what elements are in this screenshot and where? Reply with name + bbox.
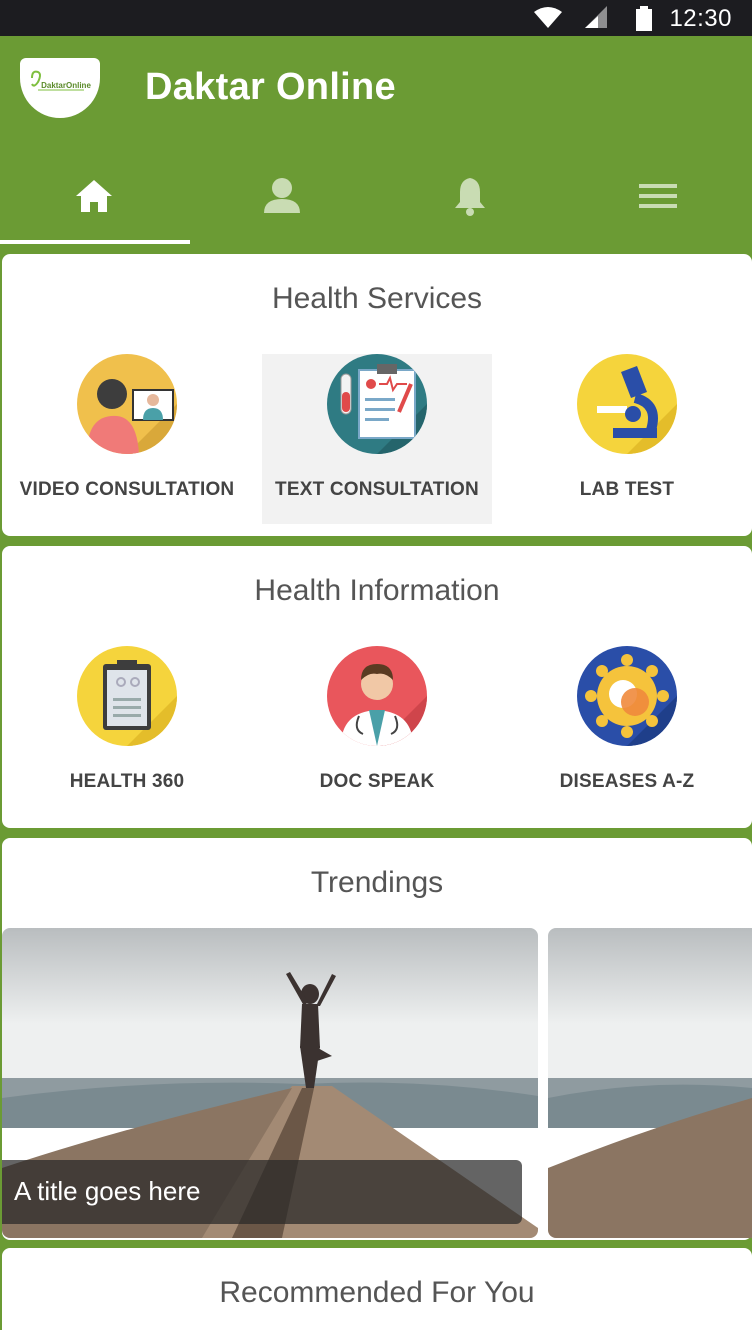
signal-icon xyxy=(585,6,607,28)
app-title: Daktar Online xyxy=(145,66,396,108)
health-information-title: Health Information xyxy=(254,574,500,607)
video-consultation-icon xyxy=(77,354,177,454)
video-consultation-label: VIDEO CONSULTATION xyxy=(19,479,235,500)
microscope-icon xyxy=(577,354,677,454)
doc-speak-button[interactable]: DOC SPEAK xyxy=(262,646,492,816)
health-services-card: Health Services VIDEO CONSULTATION TEXT … xyxy=(2,254,752,536)
virus-icon xyxy=(577,646,677,746)
active-tab-indicator xyxy=(0,240,190,244)
video-consultation-button[interactable]: VIDEO CONSULTATION xyxy=(12,354,242,524)
clipboard-icon xyxy=(77,646,177,746)
home-icon xyxy=(76,180,112,212)
app-bar: DaktarOnline Daktar Online xyxy=(0,36,752,244)
tab-home[interactable] xyxy=(0,162,188,244)
tab-bar xyxy=(0,162,752,244)
text-consultation-button[interactable]: TEXT CONSULTATION xyxy=(262,354,492,524)
battery-icon xyxy=(636,6,652,31)
wifi-icon xyxy=(534,7,562,28)
tab-profile[interactable] xyxy=(188,162,376,244)
health-360-label: HEALTH 360 xyxy=(69,771,185,792)
status-time: 12:30 xyxy=(669,5,732,32)
logo-heart-icon xyxy=(31,70,84,91)
trendings-title: Trendings xyxy=(310,866,444,899)
recommended-card: Recommended For You xyxy=(2,1248,752,1330)
tab-notifications[interactable] xyxy=(376,162,564,244)
profile-icon xyxy=(264,178,300,213)
health-information-card: Health Information HEALTH 360 DOC SPEAK … xyxy=(2,546,752,828)
trending-card-2[interactable] xyxy=(548,928,752,1238)
health-360-button[interactable]: HEALTH 360 xyxy=(12,646,242,816)
app-logo[interactable]: DaktarOnline xyxy=(20,58,100,118)
doc-speak-label: DOC SPEAK xyxy=(319,771,435,792)
diseases-a-z-label: DISEASES A-Z xyxy=(559,771,695,792)
trending-card-1[interactable]: A title goes here xyxy=(2,928,538,1238)
recommended-title: Recommended For You xyxy=(219,1276,535,1309)
lab-test-label: LAB TEST xyxy=(579,479,675,500)
status-bar: 12:30 xyxy=(0,0,752,36)
trending-caption: A title goes here xyxy=(2,1160,522,1224)
health-services-title: Health Services xyxy=(271,282,483,315)
bell-icon xyxy=(455,178,485,216)
yoga-beach-image xyxy=(548,928,752,1238)
lab-test-button[interactable]: LAB TEST xyxy=(512,354,742,524)
doctor-icon xyxy=(327,646,427,746)
tab-menu[interactable] xyxy=(564,162,752,244)
text-consultation-label: TEXT CONSULTATION xyxy=(275,479,479,500)
text-consultation-icon xyxy=(327,354,427,454)
diseases-a-z-button[interactable]: DISEASES A-Z xyxy=(512,646,742,816)
menu-icon xyxy=(639,184,677,208)
